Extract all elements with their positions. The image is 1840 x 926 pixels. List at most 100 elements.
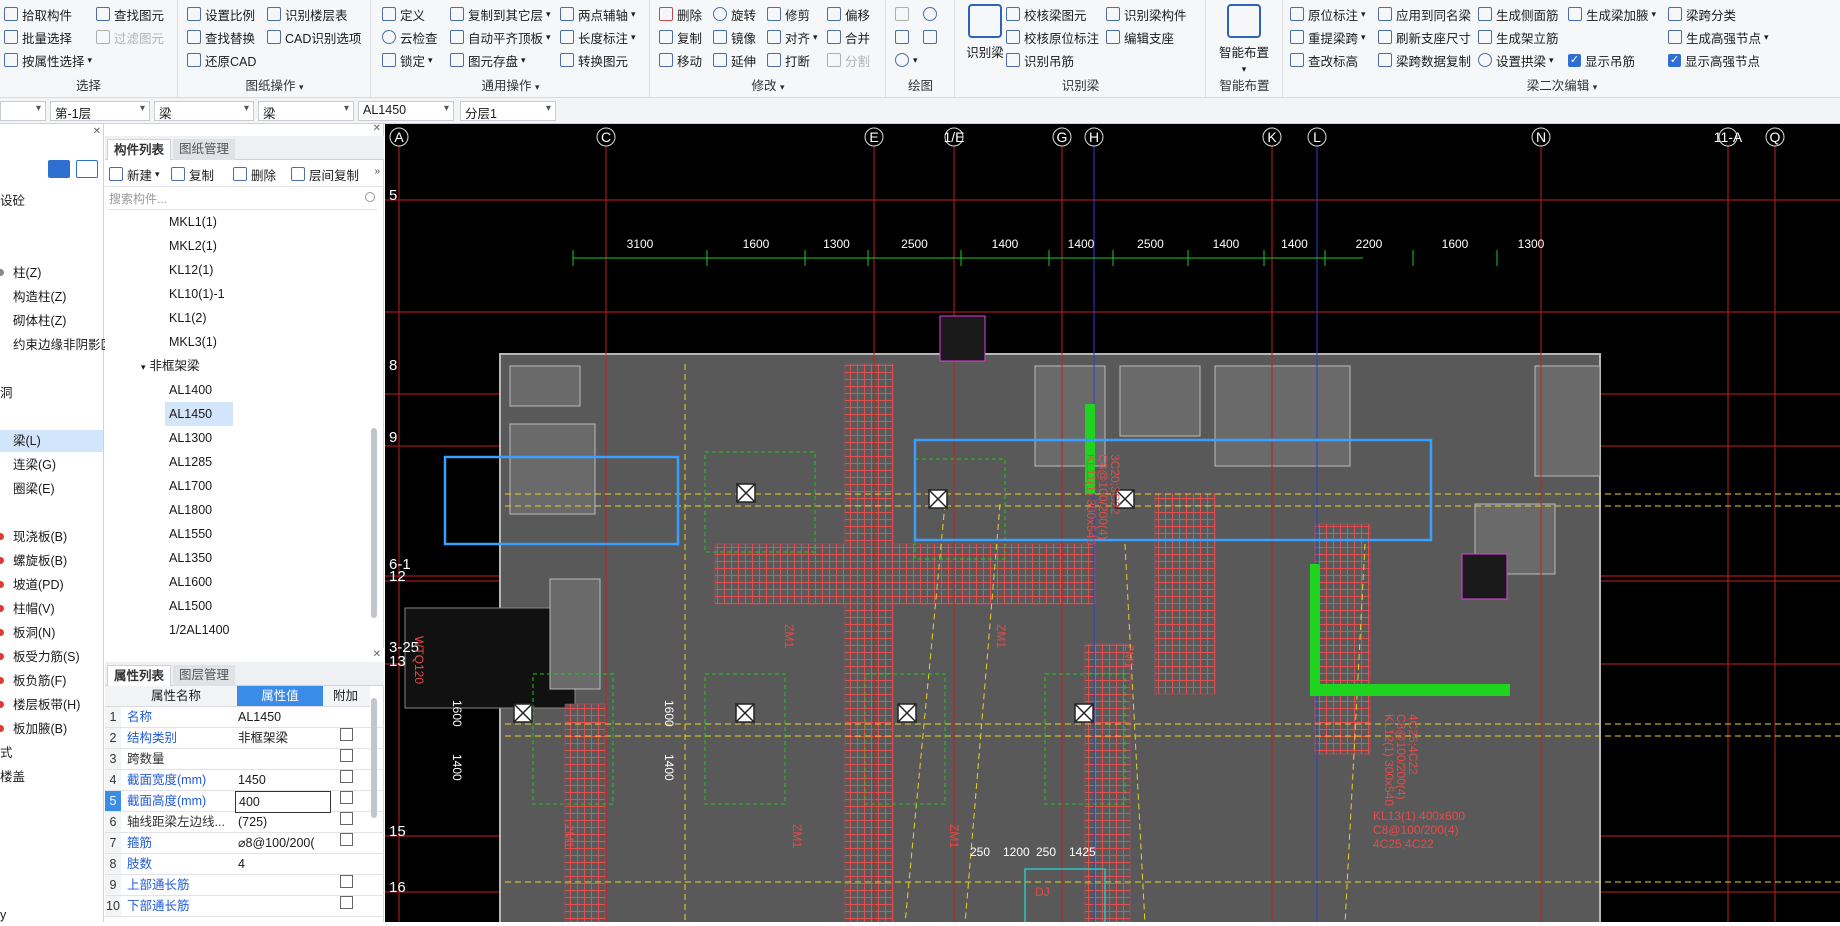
- nav-item-beam[interactable]: 梁(L): [0, 430, 103, 452]
- find-element-button[interactable]: 查找图元: [96, 4, 164, 24]
- category-select[interactable]: 梁: [154, 101, 254, 121]
- circle-tool-button[interactable]: [923, 4, 941, 24]
- nav-item-cast-slab[interactable]: 现浇板(B): [0, 526, 67, 548]
- arc-tool-button[interactable]: ▾: [895, 50, 918, 70]
- close-icon[interactable]: ✕: [373, 123, 381, 134]
- attach-checkbox[interactable]: [340, 728, 353, 741]
- tab-property-list[interactable]: 属性列表: [107, 665, 172, 686]
- filter-element-button[interactable]: 过滤图元: [96, 27, 164, 47]
- nav-item-slab-hole[interactable]: 板洞(N): [0, 622, 55, 644]
- component-search-input[interactable]: 搜索构件...: [107, 188, 377, 210]
- scrollbar[interactable]: [371, 428, 377, 618]
- smart-layout-button[interactable]: 智能布置 ▾: [1211, 4, 1277, 75]
- identify-hanger-button[interactable]: 识别吊筋: [1006, 50, 1074, 70]
- attach-checkbox[interactable]: [340, 833, 353, 846]
- merge-button[interactable]: 合并: [827, 27, 870, 47]
- list-item[interactable]: AL1800: [165, 498, 216, 522]
- list-item[interactable]: AL1285: [165, 450, 216, 474]
- property-value[interactable]: AL1450: [235, 707, 331, 727]
- generate-high-strength-node-button[interactable]: 生成高强节点 ▾: [1668, 27, 1769, 47]
- list-item[interactable]: KL12(1): [165, 258, 217, 282]
- tab-layer-management[interactable]: 图层管理: [173, 665, 236, 686]
- close-icon[interactable]: ✕: [93, 126, 101, 137]
- property-row[interactable]: 5 截面高度(mm) 400: [105, 791, 384, 813]
- show-high-strength-node-checkbox[interactable]: ✓ 显示高强节点: [1668, 50, 1760, 70]
- generate-erection-bar-button[interactable]: 生成架立筋: [1478, 27, 1559, 47]
- property-value[interactable]: (725): [235, 812, 331, 832]
- copy-span-data-button[interactable]: 梁跨数据复制: [1378, 50, 1471, 70]
- property-value[interactable]: 400: [235, 791, 331, 813]
- nav-item[interactable]: 楼盖: [0, 766, 25, 788]
- list-item[interactable]: AL1500: [165, 594, 216, 618]
- tab-drawing-management[interactable]: 图纸管理: [173, 139, 236, 160]
- lock-button[interactable]: 锁定 ▾: [382, 50, 433, 70]
- attach-checkbox[interactable]: [340, 875, 353, 888]
- identify-beam-component-button[interactable]: 识别梁构件: [1106, 4, 1187, 24]
- cloud-check-button[interactable]: 云检查: [382, 27, 438, 47]
- search-icon[interactable]: [365, 192, 375, 202]
- more-icon[interactable]: »: [374, 166, 380, 177]
- property-value[interactable]: 非框架梁: [235, 728, 331, 748]
- attach-checkbox[interactable]: [340, 896, 353, 909]
- list-item[interactable]: AL1400: [165, 378, 216, 402]
- list-view-icon[interactable]: [48, 160, 70, 178]
- floor-select[interactable]: 第-1层: [50, 101, 150, 121]
- apply-same-name-button[interactable]: 应用到同名梁: [1378, 4, 1471, 24]
- nav-item-edge-member[interactable]: 约束边缘非阴影区: [0, 334, 113, 356]
- project-select[interactable]: [0, 101, 46, 121]
- attach-checkbox[interactable]: [340, 812, 353, 825]
- attach-checkbox[interactable]: [340, 791, 353, 804]
- close-icon[interactable]: ✕: [373, 649, 381, 660]
- type-select[interactable]: 梁: [258, 101, 354, 121]
- identify-floor-table-button[interactable]: 识别楼层表: [267, 4, 348, 24]
- in-place-annotation-button[interactable]: 原位标注 ▾: [1290, 4, 1366, 24]
- property-row[interactable]: 2 结构类别 非框架梁: [105, 728, 384, 749]
- list-item[interactable]: AL1300: [165, 426, 216, 450]
- check-elevation-button[interactable]: 查改标高: [1290, 50, 1358, 70]
- two-point-axis-button[interactable]: 两点辅轴 ▾: [560, 4, 636, 24]
- check-beam-button[interactable]: 校核梁图元: [1006, 4, 1087, 24]
- new-button[interactable]: 新建 ▾: [109, 164, 160, 184]
- tree-group-non-frame-beam[interactable]: ▾ 非框架梁: [137, 354, 204, 378]
- copy-button[interactable]: 复制: [659, 27, 702, 47]
- line-tool-button[interactable]: [895, 27, 913, 47]
- list-item[interactable]: MKL1(1): [165, 210, 221, 234]
- point-tool-button[interactable]: [895, 4, 913, 24]
- align-button[interactable]: 对齐 ▾: [767, 27, 818, 47]
- extend-button[interactable]: 延伸: [713, 50, 756, 70]
- list-item[interactable]: AL1550: [165, 522, 216, 546]
- nav-item[interactable]: 式: [0, 742, 13, 764]
- list-item[interactable]: MKL3(1): [165, 330, 221, 354]
- property-value[interactable]: ⌀8@100/200(: [235, 833, 331, 853]
- scrollbar[interactable]: [371, 698, 377, 818]
- nav-item-slab-negative-bar[interactable]: 板负筋(F): [0, 670, 66, 692]
- list-item[interactable]: AL1600: [165, 570, 216, 594]
- batch-select-button[interactable]: 批量选择: [4, 27, 72, 47]
- list-item[interactable]: AL1350: [165, 546, 216, 570]
- attach-checkbox[interactable]: [340, 770, 353, 783]
- tab-component-list[interactable]: 构件列表: [107, 139, 172, 160]
- copy-between-floors-button[interactable]: 层间复制: [291, 164, 359, 184]
- cad-drawing[interactable]: 3100 1600 1300 2500 1400 1400 2500 1400 1400 2200…: [385, 124, 1840, 922]
- property-row[interactable]: 4 截面宽度(mm) 1450: [105, 770, 384, 791]
- detail-view-icon[interactable]: [76, 160, 98, 178]
- list-item[interactable]: AL1700: [165, 474, 216, 498]
- span-classify-button[interactable]: 梁跨分类: [1668, 4, 1736, 24]
- pick-component-button[interactable]: 拾取构件: [4, 4, 72, 24]
- set-arch-beam-button[interactable]: 设置拱梁 ▾: [1478, 50, 1554, 70]
- re-extract-span-button[interactable]: 重提梁跨 ▾: [1290, 27, 1366, 47]
- generate-haunch-button[interactable]: 生成梁加腋 ▾: [1568, 4, 1656, 24]
- nav-item-ramp[interactable]: 坡道(PD): [0, 574, 64, 596]
- nav-item-coupling-beam[interactable]: 连梁(G): [0, 454, 56, 476]
- nav-item[interactable]: y: [0, 904, 6, 926]
- group-title[interactable]: 图纸操作 ▾: [179, 75, 370, 94]
- property-row[interactable]: 6 轴线距梁左边线... (725): [105, 812, 384, 833]
- nav-item-ring-beam[interactable]: 圈梁(E): [0, 478, 55, 500]
- define-button[interactable]: 定义: [382, 4, 425, 24]
- rotate-button[interactable]: 旋转: [713, 4, 756, 24]
- property-row[interactable]: 9 上部通长筋: [105, 875, 384, 896]
- identify-beam-button[interactable]: 识别梁: [960, 4, 1010, 61]
- split-button[interactable]: 分割: [827, 50, 870, 70]
- select-by-property-button[interactable]: 按属性选择 ▾: [4, 50, 92, 70]
- check-annotation-button[interactable]: 校核原位标注: [1006, 27, 1099, 47]
